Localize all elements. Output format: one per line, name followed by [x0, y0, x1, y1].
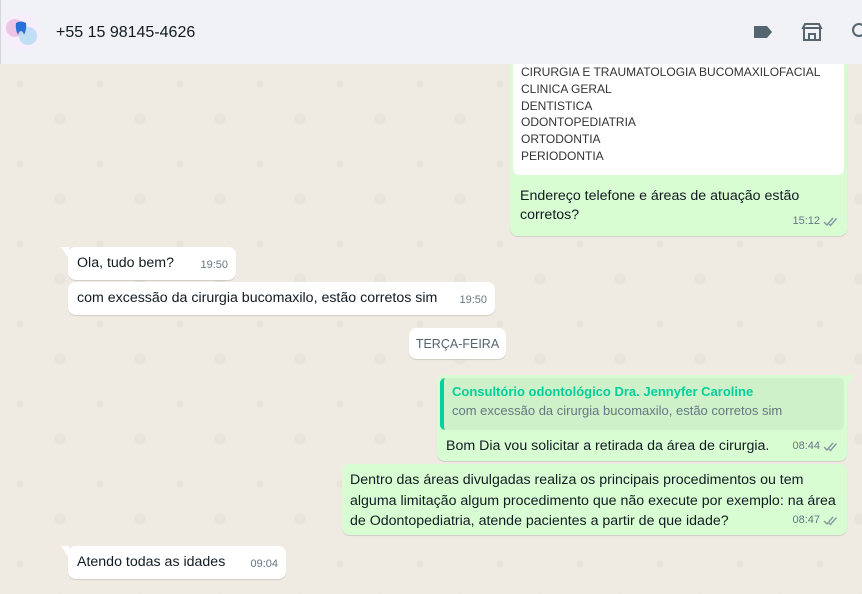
message-meta: 09:04	[250, 555, 278, 574]
message-meta: 19:50	[200, 256, 228, 275]
image-text-line: PERIODONTIA	[521, 148, 604, 163]
message-bubble-incoming[interactable]: Ola, tudo bem? 19:50	[61, 247, 236, 280]
message-meta: 19:50	[459, 291, 487, 310]
image-text-line: ORTODONTIA	[521, 132, 601, 147]
quoted-message[interactable]: Consultório odontológico Dra. Jennyfer C…	[440, 378, 844, 430]
quoted-text: com excessão da cirurgia bucomaxilo, est…	[452, 403, 783, 418]
contact-avatar[interactable]	[1, 12, 41, 52]
image-text-line: ODONTOPEDIATRIA	[521, 115, 636, 130]
message-time: 15:12	[792, 215, 820, 227]
message-text: Atendo todas as idades	[77, 554, 226, 570]
message-text: Ola, tudo bem?	[77, 255, 175, 271]
message-bubble-incoming[interactable]: Atendo todas as idades 09:04	[61, 546, 286, 579]
message-meta: 08:47	[792, 511, 839, 530]
message-time: 08:47	[792, 514, 820, 526]
message-time: 08:44	[792, 440, 820, 452]
message-meta: 08:44	[792, 437, 839, 456]
search-icon[interactable]	[849, 20, 862, 44]
label-icon[interactable]	[751, 20, 775, 44]
message-meta: 15:12	[792, 212, 839, 231]
message-bubble-outgoing[interactable]: Consultório odontológico Dra. Jennyfer C…	[437, 375, 854, 461]
message-time: 09:04	[250, 558, 278, 570]
image-text-line: CIRURGIA E TRAUMATOLOGIA BUCOMAXILOFACIA…	[521, 65, 821, 79]
message-text: Dentro das áreas divulgadas realiza os p…	[350, 472, 836, 529]
message-time: 19:50	[459, 294, 487, 306]
message-time: 19:50	[200, 259, 228, 271]
quoted-author: Consultório odontológico Dra. Jennyfer C…	[452, 384, 754, 399]
message-bubble-incoming[interactable]: com excessão da cirurgia bucomaxilo, est…	[68, 282, 495, 315]
message-image[interactable]: CIRURGIA E TRAUMATOLOGIA BUCOMAXILOFACIA…	[513, 64, 844, 175]
message-text: Endereço telefone e áreas de atuação est…	[520, 188, 800, 223]
message-bubble-outgoing[interactable]: CIRURGIA E TRAUMATOLOGIA BUCOMAXILOFACIA…	[510, 64, 847, 236]
message-text: Bom Dia vou solicitar a retirada da área…	[446, 438, 770, 454]
contact-name[interactable]: +55 15 98145-4626	[56, 24, 195, 42]
double-check-icon	[823, 217, 838, 227]
double-check-icon	[823, 442, 838, 452]
message-bubble-outgoing[interactable]: Dentro das áreas divulgadas realiza os p…	[342, 464, 847, 535]
message-list[interactable]: CIRURGIA E TRAUMATOLOGIA BUCOMAXILOFACIA…	[0, 64, 862, 594]
date-divider: TERÇA-FEIRA	[409, 328, 506, 359]
image-text-line: DENTISTICA	[521, 98, 593, 113]
message-text: com excessão da cirurgia bucomaxilo, est…	[77, 290, 438, 306]
chat-header: +55 15 98145-4626	[0, 0, 862, 64]
image-text-line: CLINICA GERAL	[521, 81, 612, 96]
double-check-icon	[823, 516, 838, 526]
catalog-icon[interactable]	[800, 20, 824, 44]
